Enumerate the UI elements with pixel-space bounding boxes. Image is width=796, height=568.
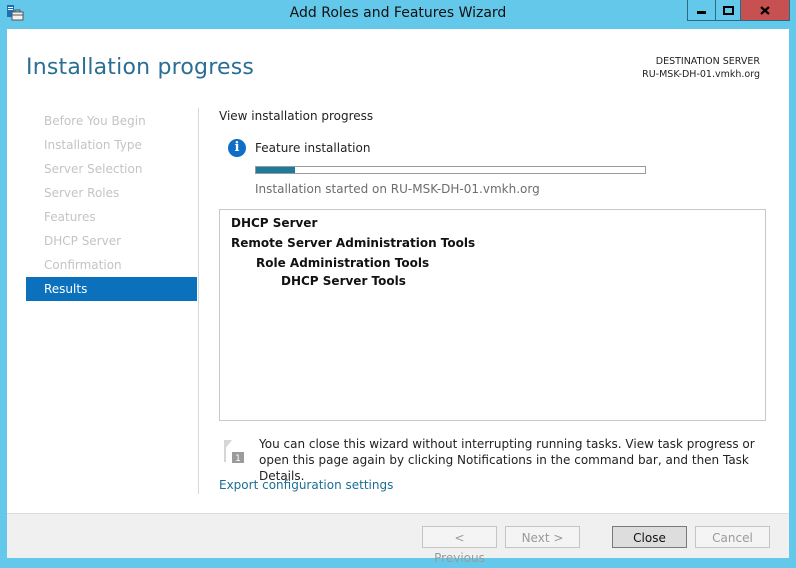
result-item: DHCP Server Tools — [281, 274, 406, 288]
progress-fill — [256, 167, 295, 173]
page-title: Installation progress — [26, 55, 255, 80]
nav-item-server-selection[interactable]: Server Selection — [26, 157, 197, 181]
installation-progress-bar — [255, 166, 646, 174]
notification-flag-icon: 1 — [224, 440, 244, 464]
minimize-icon — [697, 11, 706, 14]
nav-item-server-roles[interactable]: Server Roles — [26, 181, 197, 205]
next-button[interactable]: Next > — [505, 526, 580, 548]
result-item: Role Administration Tools — [256, 256, 430, 270]
wizard-footer: < Previous Next > Close Cancel — [7, 513, 789, 565]
close-window-button[interactable] — [741, 0, 790, 21]
previous-button[interactable]: < Previous — [422, 526, 497, 565]
nav-item-dhcp-server[interactable]: DHCP Server — [26, 229, 197, 253]
results-list: DHCP Server Remote Server Administration … — [219, 209, 766, 421]
notification-badge: 1 — [235, 454, 241, 464]
export-configuration-link[interactable]: Export configuration settings — [219, 478, 393, 492]
nav-item-confirmation[interactable]: Confirmation — [26, 253, 197, 277]
installation-started-text: Installation started on RU-MSK-DH-01.vmk… — [255, 182, 540, 196]
result-item: DHCP Server — [231, 216, 318, 230]
nav-item-features[interactable]: Features — [26, 205, 197, 229]
wizard-nav: Before You Begin Installation Type Serve… — [26, 109, 197, 301]
feature-installation-label: Feature installation — [255, 141, 371, 155]
nav-item-before-you-begin[interactable]: Before You Begin — [26, 109, 197, 133]
title-bar[interactable]: Add Roles and Features Wizard — [0, 0, 796, 28]
maximize-button[interactable] — [715, 0, 741, 21]
nav-item-results[interactable]: Results — [26, 277, 197, 301]
wizard-client-area: Installation progress DESTINATION SERVER… — [7, 29, 789, 565]
maximize-icon — [722, 5, 734, 15]
info-icon: i — [228, 139, 246, 157]
nav-divider — [198, 108, 199, 494]
cancel-button[interactable]: Cancel — [695, 526, 770, 548]
destination-label: DESTINATION SERVER — [655, 56, 760, 67]
destination-server: DESTINATION SERVER RU-MSK-DH-01.vmkh.org — [642, 55, 760, 81]
close-icon — [760, 5, 770, 15]
result-item: Remote Server Administration Tools — [231, 236, 476, 250]
window-title: Add Roles and Features Wizard — [289, 5, 507, 21]
destination-server-name: RU-MSK-DH-01.vmkh.org — [642, 69, 760, 80]
close-button[interactable]: Close — [612, 526, 687, 548]
nav-item-installation-type[interactable]: Installation Type — [26, 133, 197, 157]
minimize-button[interactable] — [687, 0, 715, 21]
section-heading: View installation progress — [219, 109, 374, 123]
close-wizard-notice: You can close this wizard without interr… — [259, 437, 755, 483]
